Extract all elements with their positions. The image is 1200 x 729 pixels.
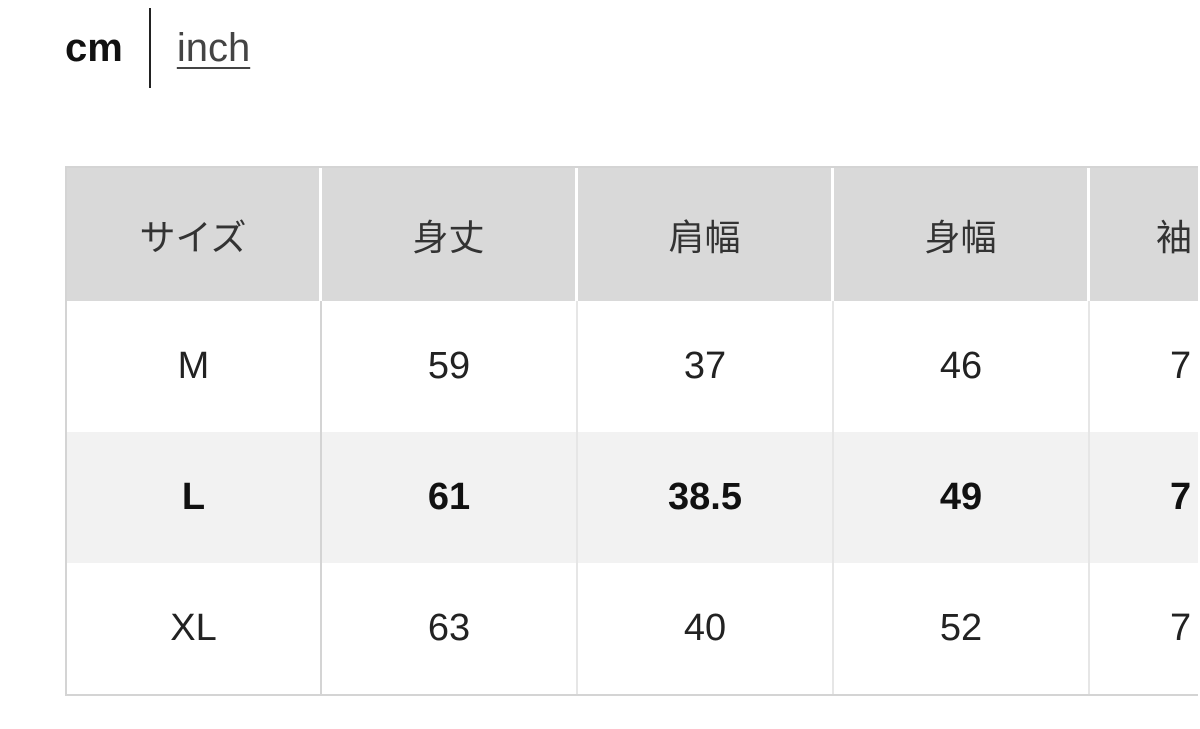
cell: 7 [1090, 432, 1198, 563]
header-shoulder: 肩幅 [578, 168, 834, 301]
header-length: 身丈 [322, 168, 578, 301]
cell: 61 [322, 432, 578, 563]
header-width: 身幅 [834, 168, 1090, 301]
cell: 37 [578, 301, 834, 432]
cell: 46 [834, 301, 1090, 432]
size-table: サイズ 身丈 肩幅 身幅 袖 M 59 37 46 7 L 61 38.5 49… [65, 166, 1198, 696]
cell: 7 [1170, 607, 1192, 649]
table-row: M 59 37 46 7 [67, 301, 1198, 432]
cell: 49 [834, 432, 1090, 563]
unit-cm[interactable]: cm [65, 26, 123, 71]
cell: 38.5 [578, 432, 834, 563]
cell: 40 [578, 563, 834, 694]
table-row-highlighted: L 61 38.5 49 7 [67, 432, 1198, 563]
unit-inch-link[interactable]: inch [177, 26, 250, 71]
unit-divider [148, 8, 151, 88]
cell: 59 [322, 301, 578, 432]
cell: 52 [834, 563, 1090, 694]
header-size: サイズ [67, 168, 322, 301]
cell: L [67, 432, 322, 563]
table-row: XL 63 40 52 7 [67, 563, 1198, 694]
cell: XL [67, 563, 322, 694]
cell: 7 [1170, 345, 1192, 387]
cell: 63 [322, 563, 578, 694]
header-sleeve: 袖 [1090, 168, 1198, 301]
cell: M [67, 301, 322, 432]
table-header-row: サイズ 身丈 肩幅 身幅 袖 [67, 168, 1198, 301]
unit-toggle: cm inch [65, 8, 250, 88]
